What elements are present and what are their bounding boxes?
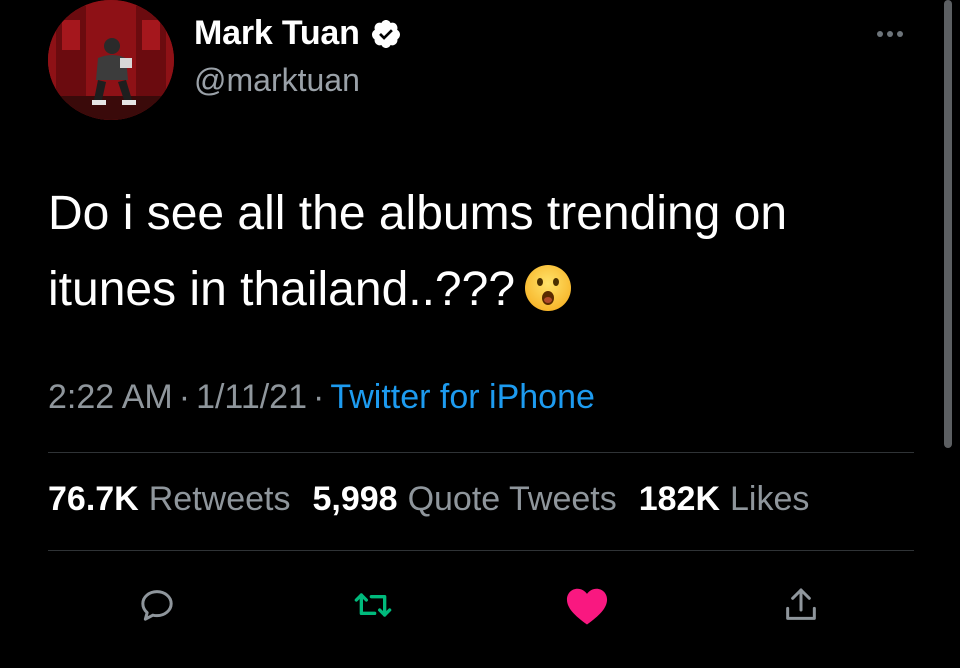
- tweet-source-link[interactable]: Twitter for iPhone: [330, 378, 595, 416]
- divider: [48, 550, 914, 551]
- retweet-button[interactable]: [348, 580, 398, 630]
- likes-stat[interactable]: 182K Likes: [639, 480, 810, 519]
- verified-badge-icon: [371, 19, 400, 48]
- likes-label: Likes: [730, 480, 810, 518]
- more-icon[interactable]: [868, 22, 912, 46]
- like-button[interactable]: [562, 580, 612, 630]
- tweet-actions-bar: [0, 580, 960, 630]
- more-dot: [897, 31, 903, 37]
- quote-tweets-count: 5,998: [312, 480, 398, 518]
- avatar[interactable]: [48, 0, 174, 120]
- tweet-meta: 2:22 AM · 1/11/21 · Twitter for iPhone: [48, 378, 595, 417]
- likes-count: 182K: [638, 480, 721, 518]
- author-name-row[interactable]: Mark Tuan: [194, 14, 402, 53]
- retweets-label: Retweets: [148, 480, 291, 518]
- retweet-icon: [354, 593, 392, 617]
- tweet-date: 1/11/21: [196, 378, 307, 416]
- more-dot: [887, 31, 893, 37]
- tweet-stats: 76.7K Retweets 5,998 Quote Tweets 182K Like…: [48, 480, 809, 519]
- divider: [48, 452, 914, 453]
- meta-separator: ·: [313, 378, 325, 416]
- tweet-time: 2:22 AM: [48, 378, 173, 416]
- quote-tweets-label: Quote Tweets: [407, 480, 617, 518]
- share-icon: [786, 588, 816, 620]
- reply-icon: [141, 590, 173, 621]
- tweet-text: Do i see all the albums trending on itun…: [48, 176, 898, 328]
- retweets-count: 76.7K: [48, 480, 139, 518]
- quote-tweets-stat[interactable]: 5,998 Quote Tweets: [312, 480, 616, 519]
- share-button[interactable]: [776, 580, 826, 630]
- author-name[interactable]: Mark Tuan: [194, 14, 360, 53]
- tweet-text-content: Do i see all the albums trending on itun…: [48, 187, 788, 316]
- reply-button[interactable]: [132, 580, 182, 630]
- scrollbar[interactable]: [944, 0, 952, 448]
- more-dot: [877, 31, 883, 37]
- tweet-detail-page: Mark Tuan @marktuan Do i see all the alb…: [0, 0, 960, 668]
- heart-icon: [566, 588, 608, 625]
- meta-separator: ·: [178, 378, 191, 416]
- avatar-photo: [48, 0, 174, 120]
- author-handle[interactable]: @marktuan: [194, 62, 360, 99]
- astonished-face-emoji-icon: [525, 265, 572, 311]
- retweets-stat[interactable]: 76.7K Retweets: [48, 480, 290, 519]
